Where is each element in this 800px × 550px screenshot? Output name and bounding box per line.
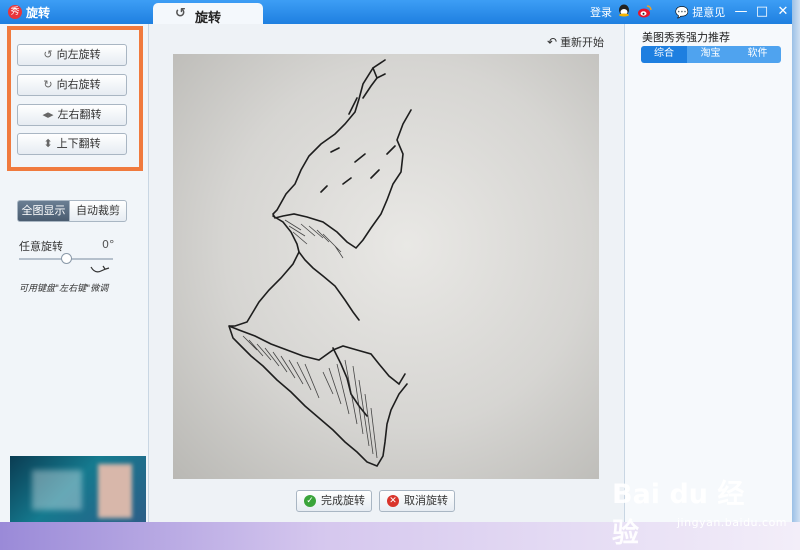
- rotate-left-button[interactable]: ↺ 向左旋转: [17, 44, 127, 66]
- mountain-sketch: [228, 59, 412, 467]
- restart-button[interactable]: ↶ 重新开始: [547, 34, 604, 50]
- tab-all[interactable]: 综合: [641, 46, 687, 63]
- cancel-icon: ✕: [387, 495, 399, 507]
- window-edge: [792, 0, 800, 550]
- minimize-button[interactable]: —: [732, 3, 750, 21]
- tab-software[interactable]: 软件: [734, 46, 781, 63]
- rotate-left-icon: ↺: [43, 48, 53, 61]
- keyboard-hint: 可用键盘"左右键"微调: [19, 284, 109, 294]
- confirm-label: 完成旋转: [321, 494, 365, 507]
- recommend-title: 美图秀秀强力推荐: [642, 31, 730, 44]
- maximize-button[interactable]: □: [753, 3, 771, 21]
- rotate-right-button[interactable]: ↻ 向右旋转: [17, 74, 127, 96]
- full-view-button[interactable]: 全图显示: [17, 200, 70, 222]
- flip-vertical-label: 上下翻转: [56, 137, 101, 150]
- check-icon: ✓: [304, 495, 316, 507]
- rotate-right-icon: ↻: [43, 78, 53, 91]
- cancel-rotate-button[interactable]: ✕ 取消旋转: [379, 490, 455, 512]
- image-canvas[interactable]: [173, 54, 599, 479]
- app-title: 旋转: [26, 6, 51, 20]
- feedback-button[interactable]: 💬 提意见: [675, 4, 725, 20]
- rotate-right-label: 向右旋转: [56, 78, 101, 91]
- watermark-url: jingyan.baidu.com: [677, 516, 788, 529]
- right-panel: [624, 24, 793, 522]
- restart-label: 重新开始: [560, 36, 605, 49]
- confirm-rotate-button[interactable]: ✓ 完成旋转: [296, 490, 372, 512]
- feedback-label: 提意见: [692, 6, 726, 19]
- tab-taobao[interactable]: 淘宝: [687, 46, 734, 63]
- chat-icon: 💬: [675, 6, 689, 19]
- undo-icon: ↶: [547, 35, 558, 49]
- rotate-left-label: 向左旋转: [56, 48, 101, 61]
- cancel-label: 取消旋转: [404, 494, 448, 507]
- tab-rotate[interactable]: ↺ 旋转: [153, 3, 263, 26]
- app-logo-icon: 秀: [8, 5, 22, 19]
- rotation-label: 任意旋转: [19, 240, 63, 253]
- title-bar: 秀 旋转 ↺ 旋转 登录 💬 提意见 — □ ✕: [0, 0, 800, 26]
- qq-icon[interactable]: [617, 4, 631, 19]
- flip-horizontal-button[interactable]: ◂▸ 左右翻转: [17, 104, 127, 126]
- flip-vertical-icon: ⬍: [43, 137, 53, 150]
- flip-horizontal-label: 左右翻转: [57, 108, 102, 121]
- rotation-slider-handle[interactable]: [61, 253, 72, 264]
- login-link[interactable]: 登录: [590, 4, 612, 20]
- baidu-watermark: Bai du 经验: [612, 472, 762, 549]
- ad-face-blur: [98, 464, 132, 518]
- rotate-ccw-icon: ↺: [175, 6, 186, 21]
- close-button[interactable]: ✕: [774, 3, 792, 21]
- ad-thumbnail[interactable]: [10, 456, 146, 522]
- mouse-icon: [90, 265, 110, 273]
- rotation-value: 0°: [102, 238, 115, 251]
- weibo-icon[interactable]: [637, 4, 652, 19]
- flip-vertical-button[interactable]: ⬍ 上下翻转: [17, 133, 127, 155]
- flip-horizontal-icon: ◂▸: [42, 108, 54, 121]
- ad-text-blur: [32, 470, 82, 510]
- auto-crop-button[interactable]: 自动裁剪: [69, 200, 127, 222]
